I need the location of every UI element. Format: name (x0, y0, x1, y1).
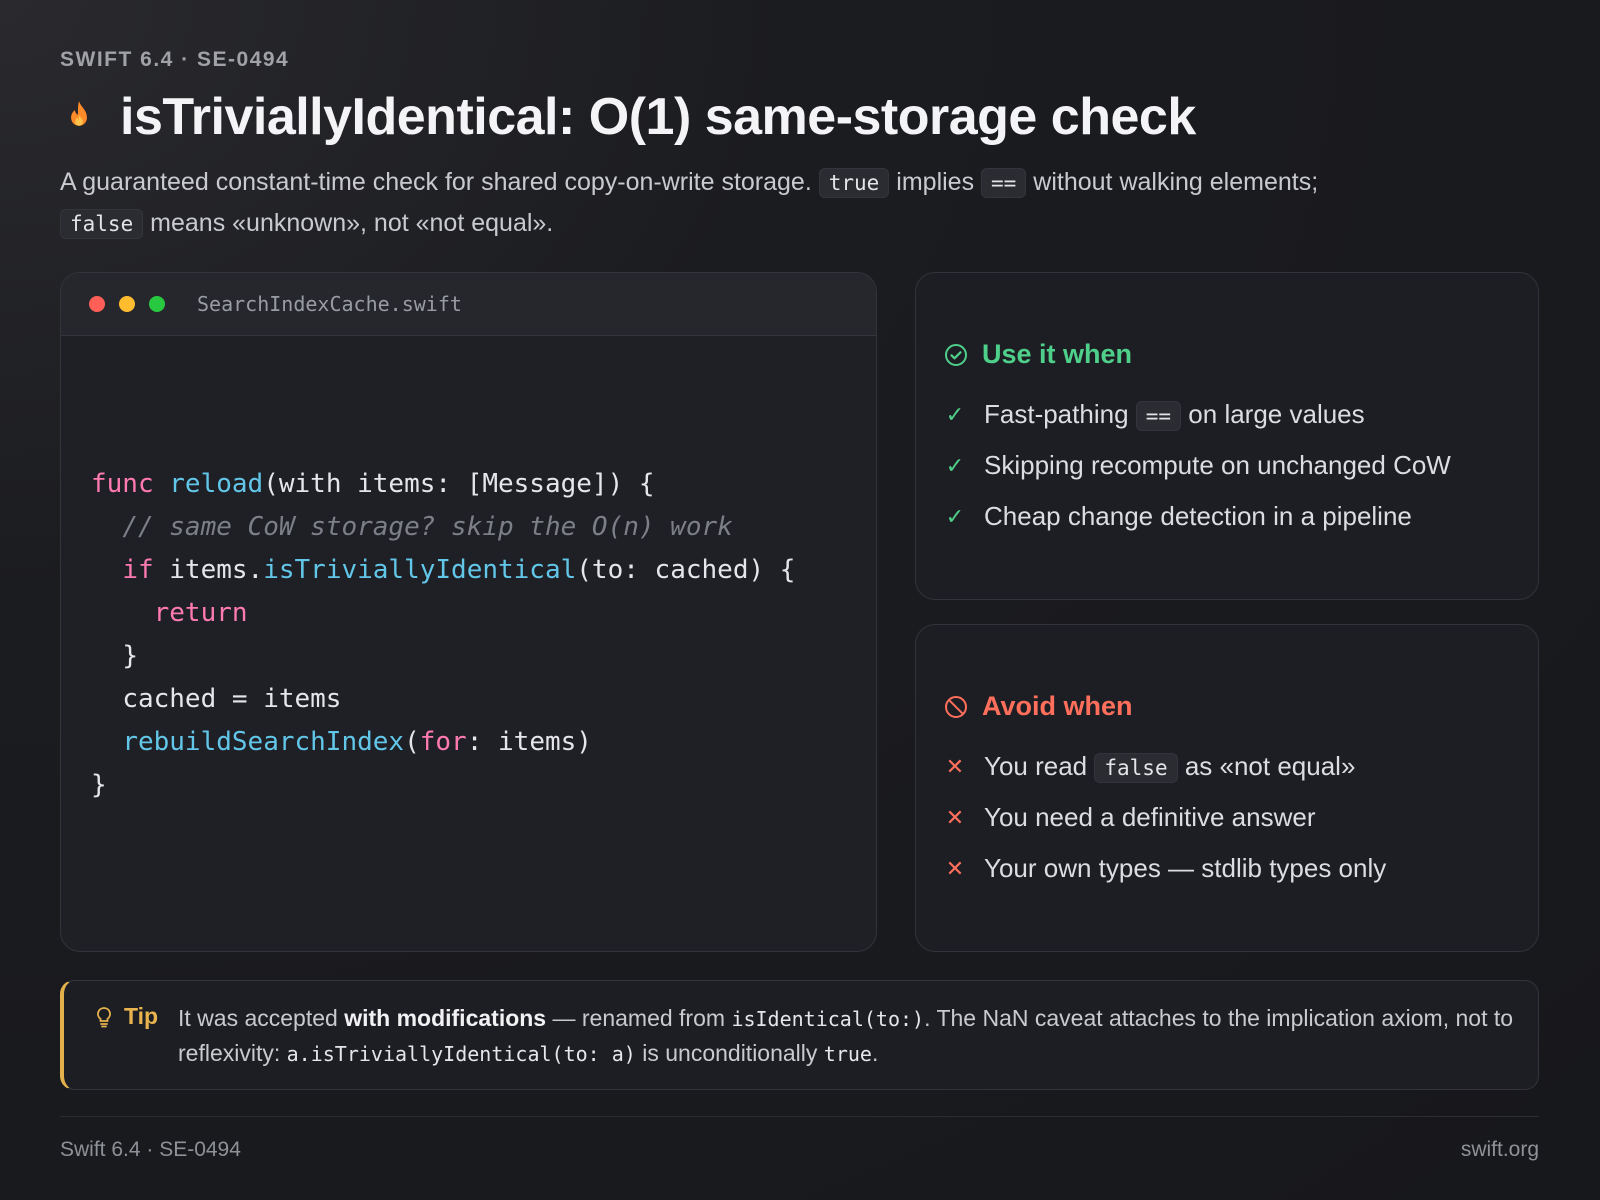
maximize-dot[interactable] (149, 296, 165, 312)
x-icon: ✕ (945, 753, 965, 779)
lede-text: A guaranteed constant-time check for sha… (60, 168, 812, 196)
ban-icon (945, 695, 967, 718)
lede-text: without walking elements; (1033, 168, 1319, 196)
avoid-list: ✕ You read false as «not equal» ✕ You ne… (944, 741, 1386, 894)
close-dot[interactable] (89, 296, 105, 312)
code-pill-false: false (60, 209, 144, 239)
avoid-heading-label: Avoid when (982, 691, 1133, 721)
x-icon: ✕ (945, 804, 965, 830)
list-item: ✓ Skipping recompute on unchanged CoW (945, 450, 1451, 480)
lede: A guaranteed constant-time check for sha… (60, 162, 1540, 244)
check-icon: ✓ (945, 401, 965, 427)
code-pill-true: true (818, 168, 890, 198)
avoid-when-panel: Avoid when ✕ You read false as «not equa… (915, 624, 1539, 952)
code-block: func reload(with items: [Message]) { // … (91, 469, 796, 800)
title-row: isTriviallyIdentical: O(1) same-storage … (60, 84, 1196, 150)
tip-callout: Tip It was accepted with modifications —… (60, 980, 1539, 1090)
use-heading-label: Use it when (982, 339, 1133, 369)
file-name: SearchIndexCache.swift (197, 292, 462, 316)
x-icon: ✕ (945, 855, 965, 881)
code-window-titlebar: SearchIndexCache.swift (61, 273, 876, 336)
lightbulb-icon (97, 1006, 111, 1027)
check-circle-icon (945, 343, 967, 366)
list-item: ✓ Fast-pathing == on large values (945, 399, 1365, 431)
code-pill-equals: == (981, 168, 1027, 198)
footer-divider (60, 1116, 1539, 1117)
code-window: SearchIndexCache.swift func reload(with … (60, 272, 877, 952)
list-item: ✕ You need a definitive answer (945, 802, 1316, 832)
page-title: isTriviallyIdentical: O(1) same-storage … (120, 88, 1196, 146)
list-item: ✕ You read false as «not equal» (945, 751, 1356, 783)
tip-label: Tip (94, 1003, 158, 1030)
minimize-dot[interactable] (119, 296, 135, 312)
lede-text: implies (896, 168, 975, 196)
use-heading: Use it when (944, 339, 1132, 370)
check-icon: ✓ (945, 503, 965, 529)
flame-icon (71, 101, 87, 126)
footer-version: Swift 6.4 · SE-0494 (60, 1138, 241, 1161)
tip-text: It was accepted with modifications — ren… (178, 1005, 1514, 1066)
check-icon: ✓ (945, 452, 965, 478)
use-list: ✓ Fast-pathing == on large values ✓ Skip… (944, 389, 1451, 542)
list-item: ✓ Cheap change detection in a pipeline (945, 501, 1412, 531)
use-it-when-panel: Use it when ✓ Fast-pathing == on large v… (915, 272, 1539, 600)
footer-site-link[interactable]: swift.org (1461, 1138, 1539, 1162)
list-item: ✕ Your own types — stdlib types only (945, 853, 1387, 883)
lede-text: means «unknown», not «not equal». (150, 209, 554, 237)
avoid-heading: Avoid when (944, 691, 1133, 722)
eyebrow: SWIFT 6.4 · SE-0494 (60, 48, 290, 71)
